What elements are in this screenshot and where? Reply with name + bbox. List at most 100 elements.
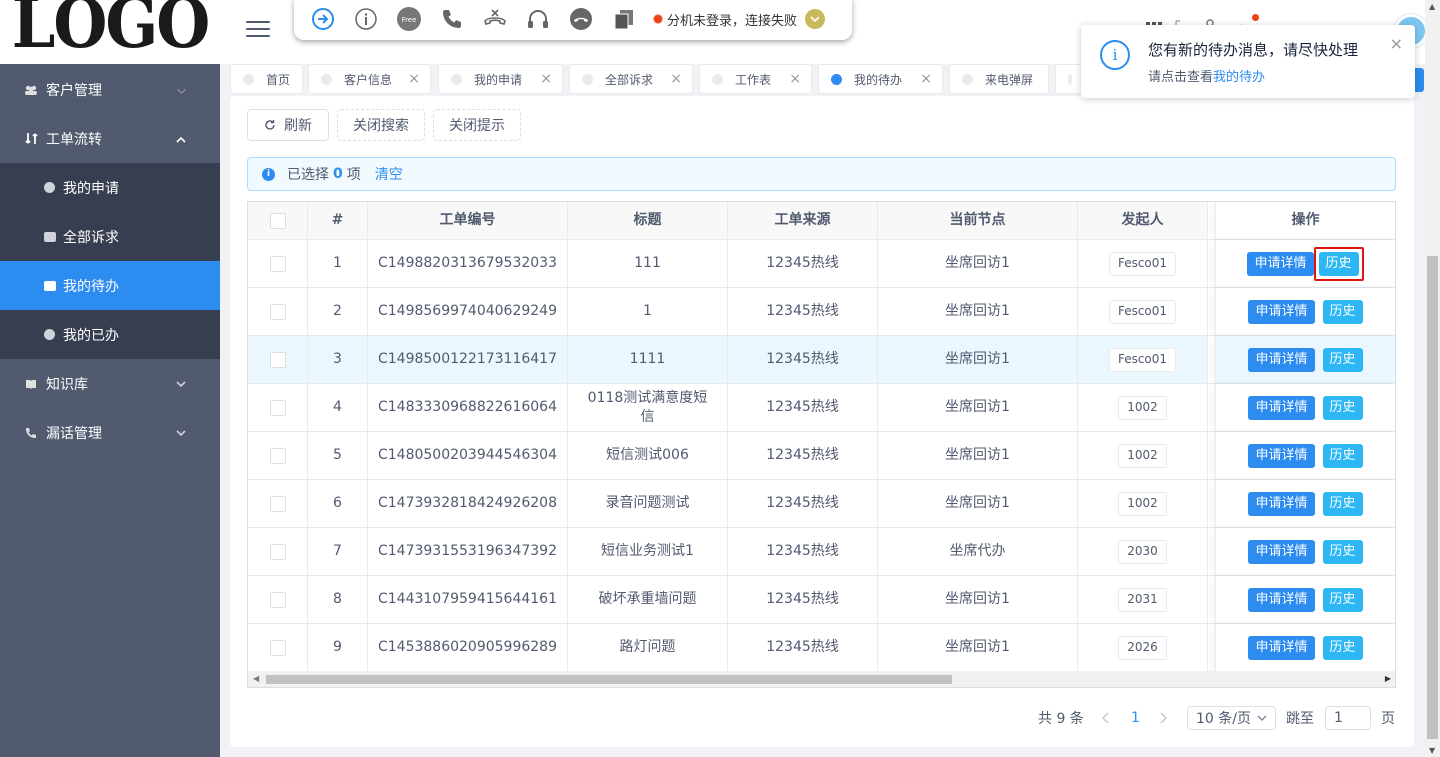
prev-page-icon[interactable] [1102, 706, 1110, 730]
row-checkbox[interactable] [269, 639, 286, 656]
work-order-title-text: 短信业务测试1 [601, 543, 694, 559]
scrollbar-thumb[interactable] [266, 675, 952, 684]
work-order-title: 1 [568, 288, 728, 335]
work-order-id: C1473931553196347392 [368, 528, 568, 575]
table-row[interactable]: 1 C1498820313679532033 111 12345热线 坐席回访1 Fesc… [248, 240, 1395, 288]
actions-cell: 申请详情 历史 [1215, 576, 1395, 623]
table-row[interactable]: 5 C1480500203944546304 短信测试006 12345热线 坐席回访1… [248, 432, 1395, 480]
sidebar-item-my-applications[interactable]: 我的申请 [0, 163, 220, 212]
menu-toggle-icon[interactable] [246, 21, 270, 39]
detail-button[interactable]: 申请详情 [1247, 251, 1314, 276]
current-node: 坐席回访1 [878, 288, 1078, 335]
scroll-left-icon[interactable]: ◀ [253, 674, 259, 683]
work-order-title-text: 111 [634, 255, 661, 271]
vertical-scrollbar[interactable]: ▲ ▼ [1425, 0, 1440, 757]
next-page-icon[interactable] [1159, 706, 1167, 730]
tab-home[interactable]: 首页 [230, 64, 303, 94]
close-icon[interactable]: × [540, 71, 552, 87]
scrollbar-thumb[interactable] [1427, 256, 1438, 739]
detail-button[interactable]: 申请详情 [1248, 491, 1315, 516]
sidebar-item-knowledge[interactable]: 知识库 [0, 359, 220, 408]
history-button[interactable]: 历史 [1322, 635, 1363, 660]
headset-icon[interactable] [525, 6, 551, 32]
sidebar-item-customers[interactable]: 客户管理 ⌵ [0, 65, 220, 114]
sidebar-item-all-requests[interactable]: 全部诉求 [0, 212, 220, 261]
jump-page-input[interactable]: 1 [1325, 706, 1371, 730]
detail-button[interactable]: 申请详情 [1248, 443, 1315, 468]
row-checkbox[interactable] [269, 591, 286, 608]
close-icon[interactable]: × [408, 71, 420, 87]
close-icon[interactable]: × [789, 71, 801, 87]
scroll-right-icon[interactable]: ▶ [1385, 674, 1391, 683]
info-icon[interactable] [353, 6, 379, 32]
close-icon[interactable]: × [670, 71, 682, 87]
sidebar-item-my-done[interactable]: 我的已办 [0, 310, 220, 359]
close-icon[interactable]: × [920, 71, 932, 87]
history-button[interactable]: 历史 [1322, 395, 1363, 420]
select-all-checkbox[interactable] [269, 212, 286, 229]
horizontal-scrollbar[interactable]: ◀ ▶ [247, 671, 1396, 688]
table-row[interactable]: 6 C1473932818424926208 录音问题测试 12345热线 坐席回访1 1… [248, 480, 1395, 528]
work-order-title-text: 录音问题测试 [605, 495, 690, 511]
phone-call-icon[interactable] [439, 6, 465, 32]
row-checkbox[interactable] [269, 255, 286, 272]
table-row[interactable]: 7 C1473931553196347392 短信业务测试1 12345热线 坐席代办 2… [248, 528, 1395, 576]
close-search-button[interactable]: 关闭搜索 [337, 109, 425, 141]
free-status-icon[interactable]: Free [396, 6, 422, 32]
hang-up-icon[interactable] [482, 6, 508, 32]
clear-selection-link[interactable]: 清空 [375, 164, 403, 184]
history-button[interactable]: 历史 [1322, 347, 1363, 372]
table-row[interactable]: 2 C1498569974040629249 1 12345热线 坐席回访1 Fesco0… [248, 288, 1395, 336]
detail-button[interactable]: 申请详情 [1248, 395, 1315, 420]
history-button[interactable]: 历史 [1322, 587, 1363, 612]
row-index: 9 [308, 624, 368, 671]
row-checkbox[interactable] [269, 543, 286, 560]
detail-button[interactable]: 申请详情 [1248, 587, 1315, 612]
table-row[interactable]: 4 C1483330968822616064 0118测试满意度短信 12345热线坐… [248, 384, 1395, 432]
detail-button[interactable]: 申请详情 [1248, 539, 1315, 564]
copy-icon[interactable] [611, 6, 637, 32]
close-icon[interactable]: × [1390, 34, 1403, 53]
chevron-down-icon [1257, 715, 1267, 722]
detail-button[interactable]: 申请详情 [1248, 299, 1315, 324]
notification-todo-link[interactable]: 我的待办 [1213, 70, 1265, 85]
table-row[interactable]: 3 C1498500122173116417 1111 12345热线 坐席回访1 Fes… [248, 336, 1395, 384]
end-call-icon[interactable] [568, 6, 594, 32]
tab-customer-info[interactable]: 客户信息 × [308, 64, 431, 94]
table-row[interactable]: 8 C1443107959415644161 破坏承重墙问题 12345热线 坐席回访1… [248, 576, 1395, 624]
scroll-up-icon[interactable]: ▲ [1429, 2, 1435, 11]
tab-my-todo[interactable]: 我的待办 × [818, 64, 943, 94]
history-button[interactable]: 历史 [1318, 251, 1359, 276]
row-checkbox[interactable] [269, 399, 286, 416]
scroll-down-icon[interactable]: ▼ [1429, 746, 1435, 755]
page-size-select[interactable]: 10 条/页 [1187, 706, 1276, 730]
actions-cell: 申请详情 历史 [1215, 480, 1395, 527]
work-order-title-text: 破坏承重墙问题 [598, 591, 697, 607]
refresh-button[interactable]: 刷新 [247, 109, 329, 141]
tab-all-requests[interactable]: 全部诉求 × [569, 64, 693, 94]
sidebar-item-my-todo[interactable]: 我的待办 [0, 261, 220, 310]
detail-button[interactable]: 申请详情 [1248, 347, 1315, 372]
sidebar-item-workorders[interactable]: 工单流转 [0, 114, 220, 163]
history-button[interactable]: 历史 [1322, 491, 1363, 516]
sidebar-item-missed-calls[interactable]: 漏话管理 [0, 408, 220, 457]
sign-in-icon[interactable] [310, 6, 336, 32]
row-checkbox[interactable] [269, 303, 286, 320]
history-button[interactable]: 历史 [1322, 539, 1363, 564]
logo: LOGO [0, 0, 220, 64]
page-item-current[interactable]: 1 [1131, 706, 1140, 730]
tab-my-applications[interactable]: 我的申请 × [438, 64, 563, 94]
current-node: 坐席回访1 [878, 384, 1078, 431]
history-button[interactable]: 历史 [1322, 299, 1363, 324]
chevron-down-icon[interactable] [805, 9, 826, 29]
row-checkbox[interactable] [269, 495, 286, 512]
detail-button[interactable]: 申请详情 [1248, 635, 1315, 660]
tab-worksheet[interactable]: 工作表 × [699, 64, 812, 94]
history-button[interactable]: 历史 [1322, 443, 1363, 468]
close-tips-button[interactable]: 关闭提示 [433, 109, 521, 141]
extension-status-text: 分机未登录，连接失败 [667, 13, 798, 29]
row-checkbox[interactable] [269, 447, 286, 464]
row-checkbox[interactable] [269, 351, 286, 368]
table-row[interactable]: 9 C1453886020905996289 路灯问题 12345热线 坐席回访1 202… [248, 624, 1395, 672]
tab-incoming-popup[interactable]: 来电弹屏 [949, 64, 1049, 94]
